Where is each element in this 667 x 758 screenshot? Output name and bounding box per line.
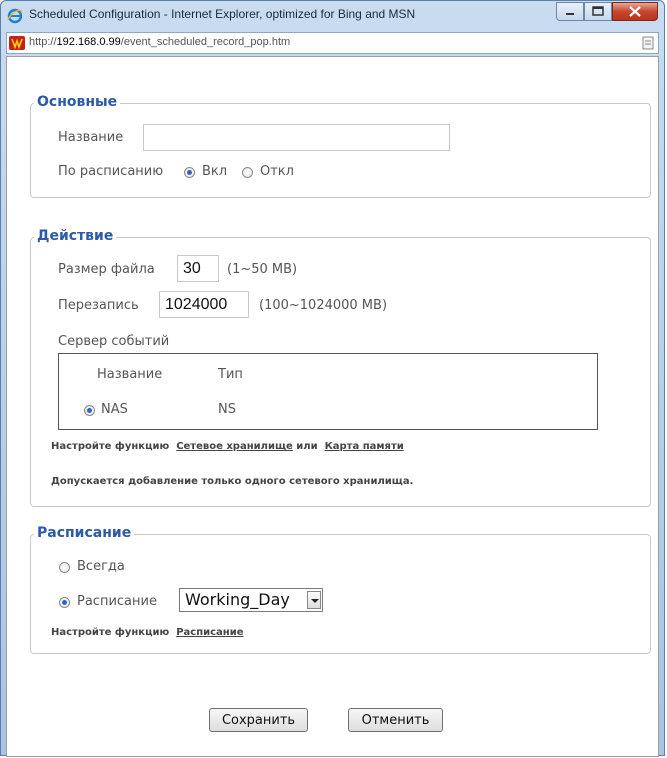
always-radio[interactable] (59, 562, 70, 573)
address-url: http://192.168.0.99/event_scheduled_reco… (29, 36, 291, 48)
table-row-type: NS (218, 402, 236, 417)
overwrite-input[interactable] (159, 291, 249, 318)
page-content: Основные Название По расписанию Вкл Откл… (6, 56, 659, 757)
name-label: Название (58, 130, 124, 145)
nas-radio[interactable] (84, 405, 95, 416)
schedule-link[interactable]: Расписание (176, 627, 243, 638)
schedule-radio-label: Расписание (77, 594, 157, 609)
close-button[interactable] (612, 2, 658, 21)
internet-explorer-icon (7, 8, 23, 24)
save-button[interactable]: Сохранить (209, 708, 308, 732)
schedule-off-label: Откл (260, 164, 294, 179)
maximize-icon (592, 6, 604, 16)
compatibility-view-icon[interactable] (642, 36, 654, 50)
window-title: Scheduled Configuration - Internet Explo… (29, 7, 416, 21)
minimize-button[interactable] (556, 2, 584, 21)
basic-group: Основные Название По расписанию Вкл Откл (30, 94, 651, 198)
nas-limit-note: Допускается добавление только одного сет… (51, 476, 414, 487)
or-text: или (296, 441, 318, 452)
schedule-config-prefix: Настройте функцию (51, 627, 170, 638)
schedule-on-label: Вкл (202, 164, 228, 179)
window-controls (556, 2, 658, 22)
name-input[interactable] (143, 124, 450, 151)
schedule-radio[interactable] (59, 597, 70, 608)
schedule-select-value: Working_Day (185, 590, 290, 609)
sd-card-link[interactable]: Карта памяти (325, 441, 404, 452)
chevron-down-icon[interactable] (307, 591, 321, 609)
basic-legend: Основные (34, 94, 121, 110)
nas-link[interactable]: Сетевое хранилище (176, 441, 293, 452)
overwrite-range: (100~1024000 MB) (259, 298, 388, 313)
address-bar[interactable]: http://192.168.0.99/event_scheduled_reco… (6, 32, 659, 54)
file-size-label: Размер файла (58, 262, 155, 277)
config-prefix: Настройте функцию (51, 441, 170, 452)
table-header-type: Тип (218, 367, 243, 382)
browser-window: Scheduled Configuration - Internet Explo… (0, 0, 665, 757)
cancel-button[interactable]: Отменить (348, 708, 443, 732)
table-header-name: Название (97, 367, 163, 382)
storage-config-line: Настройте функцию Сетевое хранилище или … (51, 441, 404, 452)
file-size-range: (1~50 MB) (227, 262, 298, 277)
site-icon (9, 36, 25, 50)
event-server-label: Сервер событий (58, 334, 170, 349)
schedule-label: По расписанию (58, 164, 164, 179)
title-bar[interactable]: Scheduled Configuration - Internet Explo… (1, 1, 664, 31)
overwrite-label: Перезапись (58, 298, 139, 313)
action-group: Действие Размер файла (1~50 MB) Перезапи… (30, 228, 651, 507)
always-label: Всегда (77, 559, 125, 574)
schedule-config-line: Настройте функцию Расписание (51, 627, 243, 638)
schedule-off-radio[interactable] (242, 167, 253, 178)
schedule-group: Расписание Всегда Расписание Working_Day… (30, 525, 651, 654)
schedule-on-radio[interactable] (184, 167, 195, 178)
close-icon (629, 6, 641, 17)
minimize-icon (566, 13, 574, 15)
action-legend: Действие (34, 228, 117, 244)
schedule-legend: Расписание (34, 525, 135, 541)
schedule-select[interactable]: Working_Day (179, 588, 323, 612)
table-row-name: NAS (101, 402, 128, 417)
file-size-input[interactable] (177, 255, 219, 282)
maximize-button[interactable] (584, 2, 612, 21)
event-server-table: Название Тип NAS NS (58, 353, 598, 430)
